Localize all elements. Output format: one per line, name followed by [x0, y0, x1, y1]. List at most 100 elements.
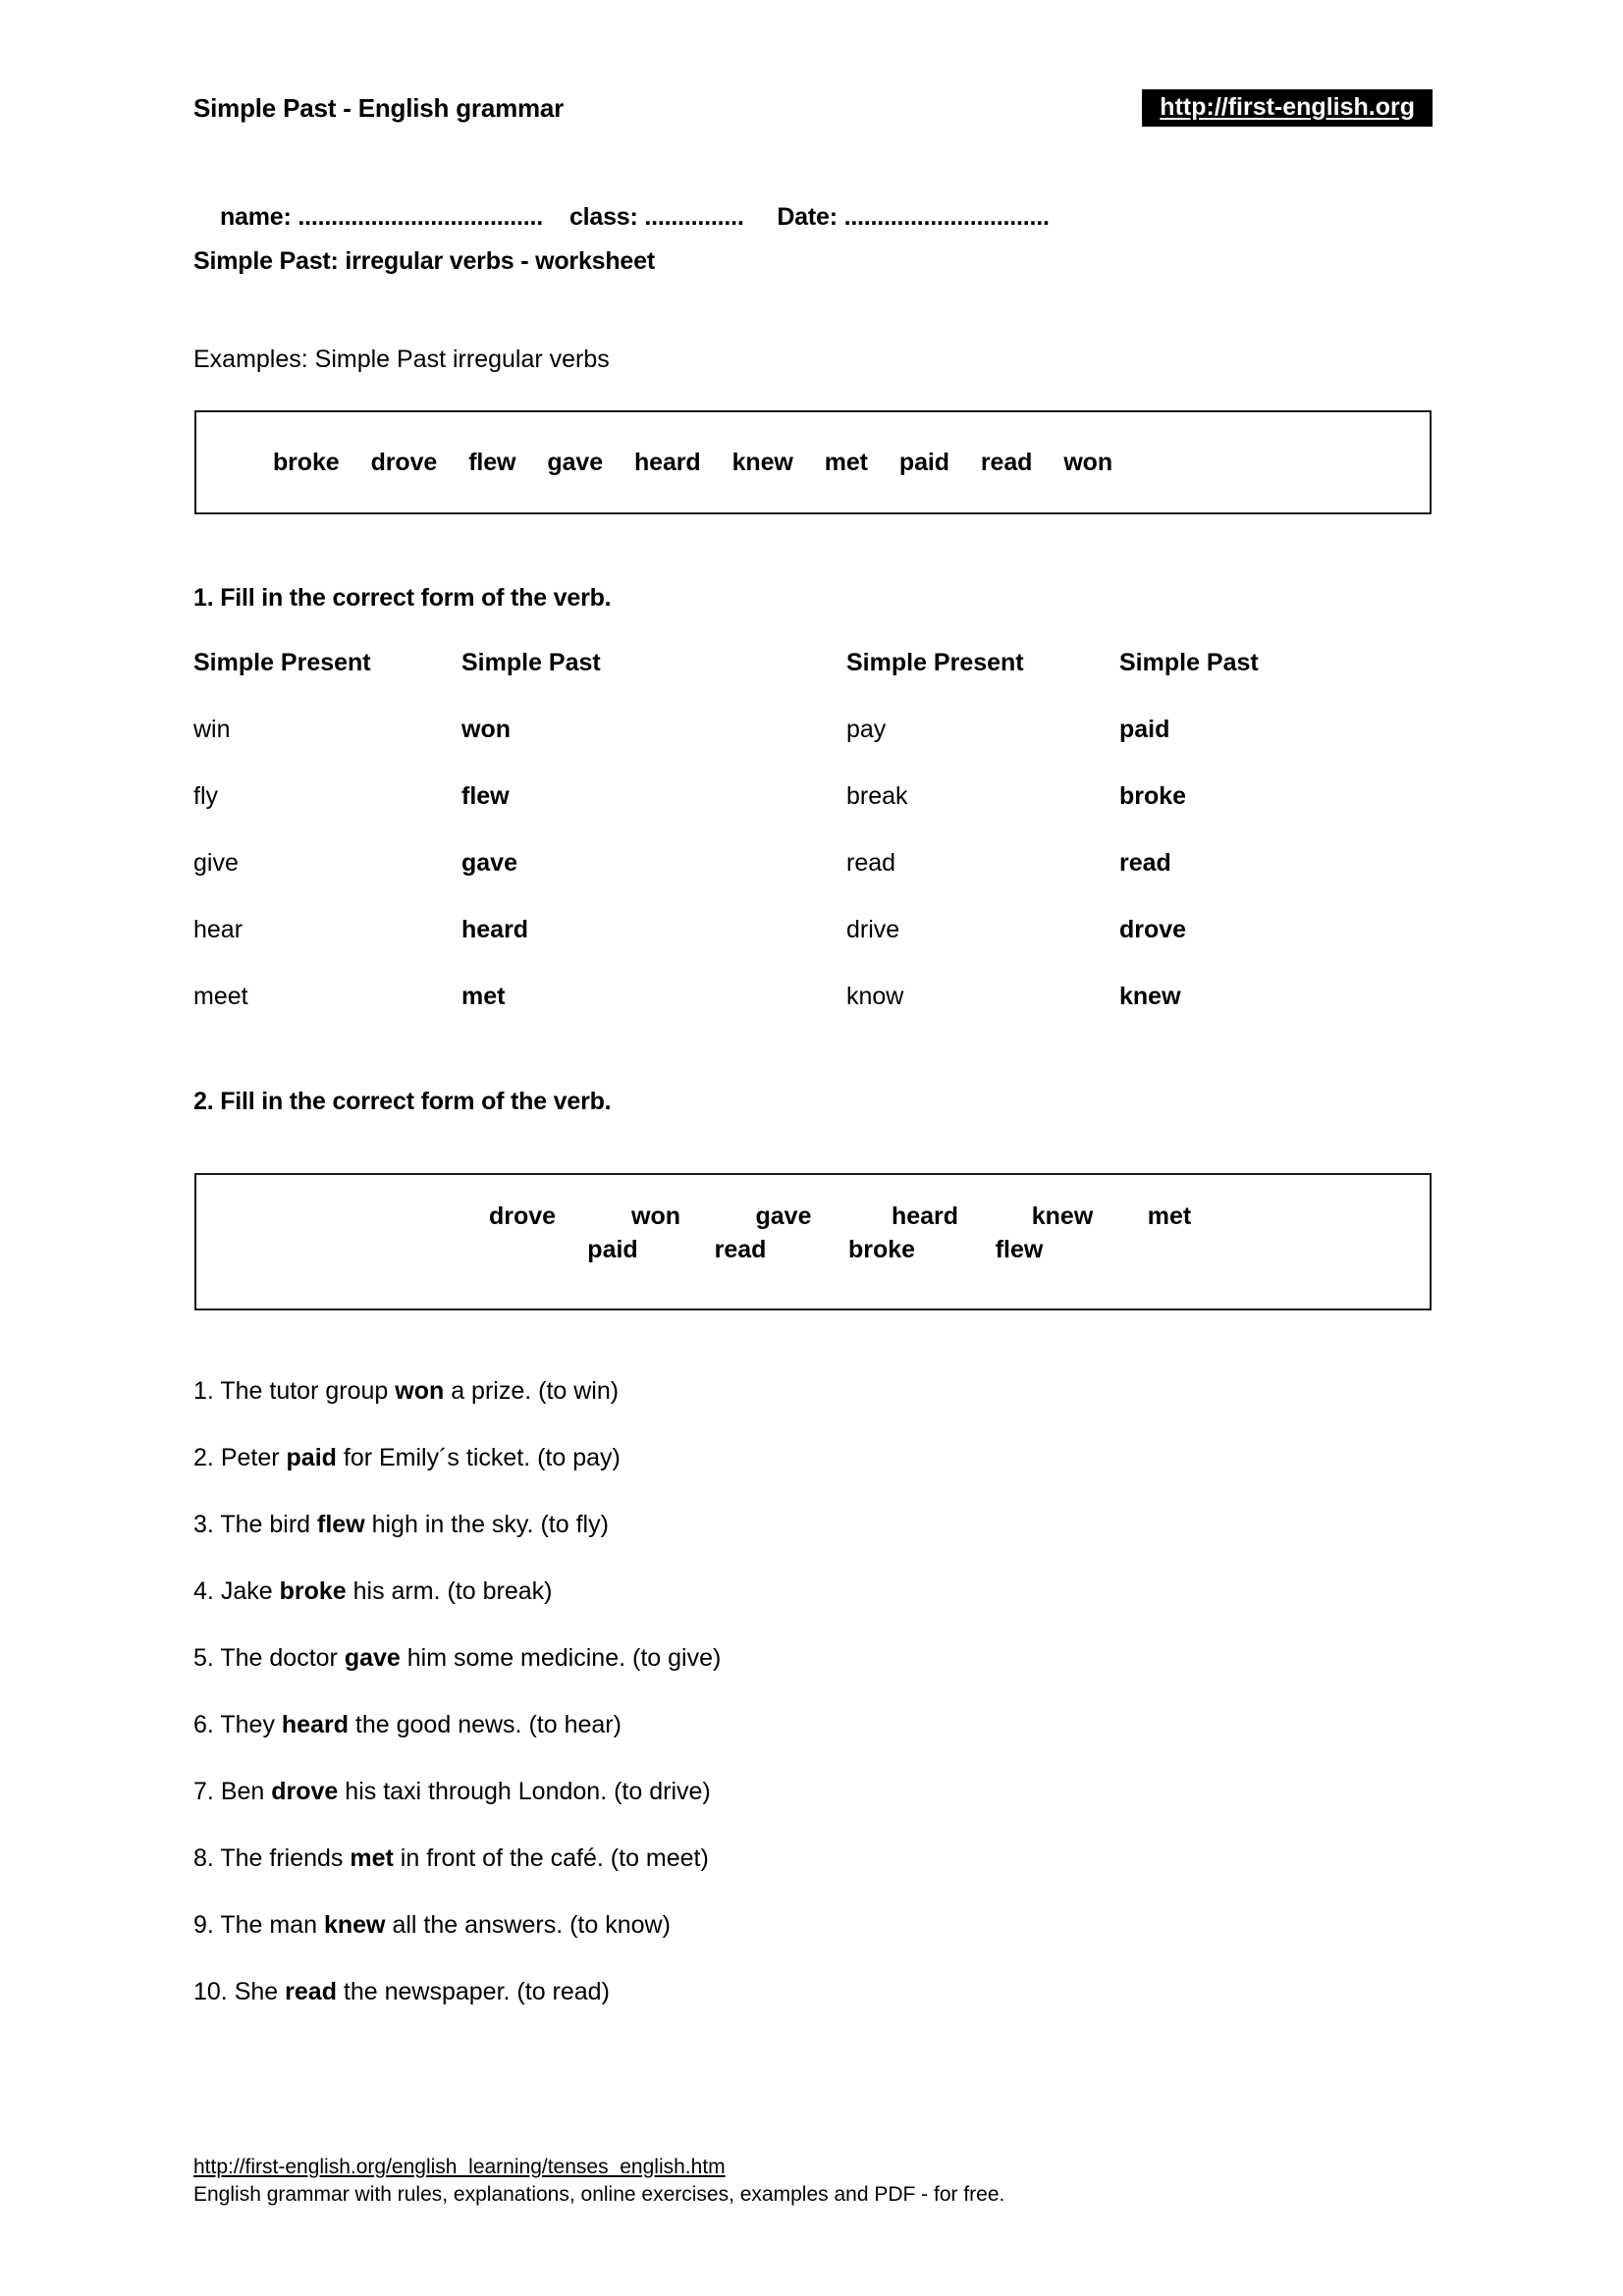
examples-word-bank: broke drove flew gave heard knew met paid read wo…	[194, 410, 1432, 514]
sentence-text-before: The man	[220, 1911, 324, 1939]
exercise-2-sentence-list: 1. The tutor group won a prize. (to win)…	[193, 1379, 1273, 2047]
sentence-answer[interactable]: paid	[287, 1444, 337, 1471]
verb-past[interactable]: heard	[461, 916, 846, 944]
word-bank-item: paid	[898, 448, 949, 476]
sentence-text-after: for Emily´s ticket. (to pay)	[336, 1444, 621, 1471]
sentence-answer[interactable]: drove	[271, 1778, 338, 1805]
sentence-answer[interactable]: gave	[345, 1644, 401, 1672]
sentence-text-before: The doctor	[220, 1644, 345, 1672]
sentence-answer[interactable]: knew	[324, 1911, 386, 1939]
name-field-label[interactable]: name: ..................................…	[220, 203, 543, 231]
sentence-number: 4.	[193, 1577, 214, 1605]
sentence-text-after: the newspaper. (to read)	[336, 1978, 610, 2005]
sentence-text-before: They	[220, 1711, 282, 1738]
exercise-1-heading: 1. Fill in the correct form of the verb.	[193, 584, 612, 612]
spacer-2	[744, 203, 778, 231]
sentence-number: 2.	[193, 1444, 214, 1471]
sentence-number: 10.	[193, 1978, 228, 2005]
class-field-label[interactable]: class: ...............	[569, 203, 744, 231]
list-item: 4. Jake broke his arm. (to break)	[193, 1579, 1273, 1646]
sentence-text-after: his taxi through London. (to drive)	[338, 1778, 711, 1805]
page-title: Simple Past - English grammar	[193, 92, 565, 123]
word-bank-item: broke	[847, 1235, 916, 1263]
word-bank-item: flew	[468, 448, 516, 476]
list-item: 6. They heard the good news. (to hear)	[193, 1713, 1273, 1780]
word-bank-row-1: drove won gave heard knew met	[196, 1201, 1430, 1234]
table-header-row: Simple Present Simple Past Simple Presen…	[193, 649, 1433, 716]
examples-label: Examples: Simple Past irregular verbs	[193, 346, 610, 373]
word-bank-item: paid	[587, 1235, 638, 1263]
word-bank-item: heard	[891, 1202, 959, 1230]
verb-present: win	[193, 716, 231, 743]
word-bank-item: broke	[273, 448, 340, 476]
site-url-banner[interactable]: http://first-english.org	[1142, 88, 1433, 128]
sentence-text-before: Peter	[220, 1444, 287, 1471]
word-bank-item: gave	[755, 1202, 812, 1230]
verb-present: meet	[193, 983, 248, 1010]
sentence-number: 1.	[193, 1377, 214, 1405]
sentence-answer[interactable]: heard	[282, 1711, 349, 1738]
sentence-answer[interactable]: read	[285, 1978, 337, 2005]
page-header: Simple Past - English grammar http://fir…	[193, 86, 1433, 130]
verb-past[interactable]: paid	[1119, 716, 1414, 744]
sentence-number: 9.	[193, 1911, 214, 1939]
sentence-answer[interactable]: won	[395, 1377, 444, 1405]
column-header-present-left: Simple Present	[193, 649, 371, 676]
sentence-text-before: She	[234, 1978, 286, 2005]
word-bank-item: drove	[370, 448, 438, 476]
verb-past[interactable]: read	[1119, 849, 1414, 878]
sentence-text-after: in front of the café. (to meet)	[393, 1844, 709, 1872]
footer-link[interactable]: http://first-english.org/english_learnin…	[193, 2156, 1372, 2179]
spacer-1	[543, 203, 569, 231]
word-bank-item: knew	[1031, 1202, 1094, 1230]
sentence-number: 6.	[193, 1711, 214, 1738]
verb-past[interactable]: met	[461, 983, 846, 1011]
verb-present: fly	[193, 782, 218, 810]
sentence-text-after: his arm. (to break)	[346, 1577, 553, 1605]
footer-description: English grammar with rules, explanations…	[193, 2183, 1005, 2206]
sentence-answer[interactable]: broke	[280, 1577, 347, 1605]
examples-word-list: broke drove flew gave heard knew met paid read wo…	[196, 449, 1112, 477]
word-bank-item: drove	[488, 1202, 557, 1230]
sentence-text-before: The tutor group	[220, 1377, 396, 1405]
verb-present: read	[846, 849, 896, 877]
list-item: 10. She read the newspaper. (to read)	[193, 1980, 1273, 2047]
table-row: give gave read read	[193, 849, 1433, 916]
sentence-text-before: Jake	[220, 1577, 280, 1605]
column-header-present-right: Simple Present	[846, 649, 1024, 676]
column-header-past-left: Simple Past	[461, 649, 601, 676]
word-bank-row-2: paid read broke flew	[196, 1234, 1430, 1267]
verb-past[interactable]: knew	[1119, 983, 1414, 1011]
verb-past[interactable]: gave	[461, 849, 846, 878]
word-bank-item: knew	[731, 448, 793, 476]
sentence-answer[interactable]: flew	[317, 1511, 365, 1538]
exercise-2-heading: 2. Fill in the correct form of the verb.	[193, 1088, 612, 1115]
sentence-text-after: the good news. (to hear)	[348, 1711, 622, 1738]
word-bank-item: flew	[995, 1235, 1044, 1263]
verb-present: pay	[846, 716, 887, 743]
verb-present: give	[193, 849, 239, 877]
worksheet-subtitle: Simple Past: irregular verbs - worksheet	[193, 247, 655, 275]
list-item: 3. The bird flew high in the sky. (to fl…	[193, 1513, 1273, 1579]
verb-past[interactable]: won	[461, 716, 846, 744]
column-header-past-right: Simple Past	[1119, 649, 1259, 676]
sentence-text-after: all the answers. (to know)	[385, 1911, 671, 1939]
sentence-text-after: a prize. (to win)	[444, 1377, 620, 1405]
page-footer: http://first-english.org/english_learnin…	[193, 2156, 1372, 2207]
list-item: 2. Peter paid for Emily´s ticket. (to pa…	[193, 1446, 1273, 1513]
list-item: 1. The tutor group won a prize. (to win)	[193, 1379, 1273, 1446]
date-field-label[interactable]: Date: ...............................	[777, 203, 1050, 231]
word-bank-item: gave	[547, 448, 604, 476]
verb-past[interactable]: flew	[461, 782, 846, 811]
word-bank-item: won	[1063, 448, 1113, 476]
sentence-number: 7.	[193, 1778, 214, 1805]
list-item: 7. Ben drove his taxi through London. (t…	[193, 1780, 1273, 1846]
sentence-number: 3.	[193, 1511, 214, 1538]
verb-past[interactable]: broke	[1119, 782, 1414, 811]
table-row: meet met know knew	[193, 983, 1433, 1049]
sentence-text-after: high in the sky. (to fly)	[364, 1511, 609, 1538]
table-row: win won pay paid	[193, 716, 1433, 782]
verb-past[interactable]: drove	[1119, 916, 1414, 944]
sentence-answer[interactable]: met	[350, 1844, 393, 1872]
table-row: hear heard drive drove	[193, 916, 1433, 983]
